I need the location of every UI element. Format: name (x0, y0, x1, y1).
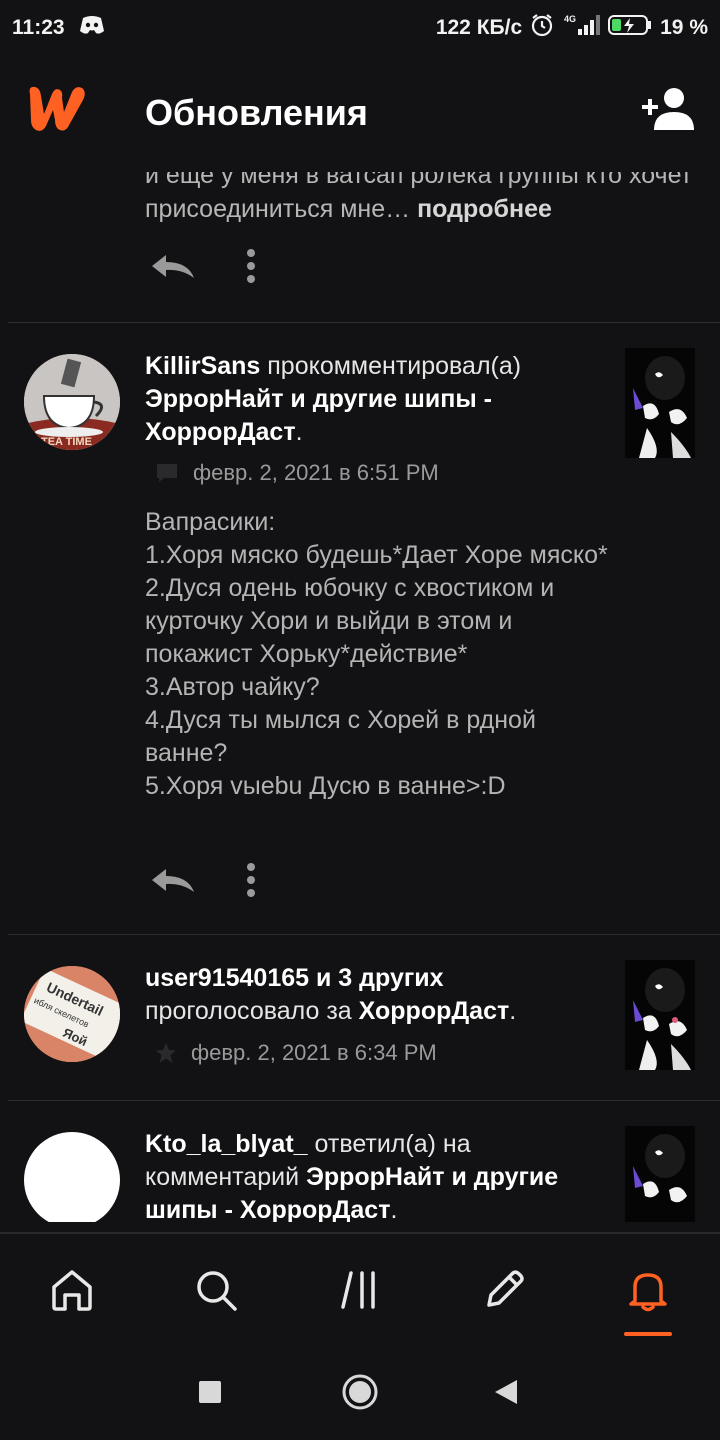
battery-percent: 19 % (660, 16, 708, 39)
home-button[interactable] (338, 1370, 382, 1414)
system-nav-bar (0, 1342, 720, 1440)
svg-text:TEA TIME: TEA TIME (41, 436, 92, 448)
battery-icon (608, 13, 652, 43)
notifications-feed[interactable]: и еще у меня в ватсап ролека группы кто … (0, 150, 720, 1222)
more-options-icon[interactable] (246, 248, 256, 284)
timestamp: февр. 2, 2021 в 6:34 PM (191, 1040, 437, 1065)
home-circle-icon (342, 1374, 378, 1410)
username[interactable]: Kto_la_blyat_ (145, 1130, 308, 1158)
comment-actions (150, 862, 256, 898)
username[interactable]: KillirSans (145, 352, 260, 380)
tab-write[interactable] (474, 1260, 534, 1320)
story-cover[interactable] (625, 1126, 695, 1222)
story-cover[interactable] (625, 348, 695, 458)
timestamp: февр. 2, 2021 в 6:51 PM (193, 460, 439, 485)
add-user-icon[interactable] (640, 86, 696, 132)
divider (8, 1100, 720, 1101)
reply-icon[interactable] (150, 865, 196, 895)
status-time: 11:23 (12, 16, 65, 39)
write-icon (487, 1270, 524, 1307)
reply-icon[interactable] (150, 251, 196, 281)
recents-button[interactable] (188, 1370, 232, 1414)
active-tab-indicator (624, 1332, 672, 1336)
notification-meta: февр. 2, 2021 в 6:51 PM (155, 460, 439, 486)
tab-search[interactable] (186, 1260, 246, 1320)
avatar[interactable]: TEA TIME (24, 354, 120, 450)
back-icon (495, 1380, 517, 1404)
read-more-link[interactable]: подробнее (417, 195, 552, 223)
search-icon (197, 1271, 237, 1311)
bottom-tab-bar (0, 1232, 720, 1342)
page-title: Обновления (145, 92, 368, 133)
tab-library[interactable] (330, 1260, 390, 1320)
star-icon (156, 1043, 176, 1063)
library-icon (341, 1271, 375, 1309)
network-speed: 122 КБ/с (435, 16, 523, 39)
divider (8, 934, 720, 935)
recents-icon (199, 1381, 221, 1403)
story-cover[interactable] (625, 960, 695, 1070)
more-options-icon[interactable] (246, 862, 256, 898)
notification-text: Kto_la_blyat_ ответил(а) на комментарий … (145, 1130, 559, 1222)
back-button[interactable] (484, 1370, 528, 1414)
story-title[interactable]: ХоррорДаст (359, 997, 510, 1025)
divider (8, 322, 720, 323)
comment-body: Вапрасики: 1.Хоря мяско будешь*Дает Хоре… (145, 508, 608, 800)
notification-text: KillirSans прокомментировал(а) ЭррорНайт… (145, 352, 522, 446)
network-type: 4G (564, 14, 576, 24)
signal-icon: 4G (562, 13, 601, 43)
tab-home[interactable] (42, 1260, 102, 1320)
avatar[interactable] (24, 1132, 120, 1222)
wattpad-logo[interactable] (24, 84, 88, 134)
notification-meta: февр. 2, 2021 в 6:34 PM (155, 1040, 437, 1066)
tab-notifications[interactable] (618, 1260, 678, 1320)
app-bar: Обновления (0, 56, 720, 172)
discord-icon (79, 15, 105, 41)
home-icon (52, 1270, 92, 1311)
notification-text: user91540165 и 3 других проголосовало за … (145, 964, 517, 1025)
alarm-icon (530, 13, 554, 43)
comment-actions (150, 248, 256, 284)
comment-icon (157, 464, 177, 482)
avatar[interactable]: Undertail ибля скелетов Яой (24, 966, 120, 1062)
story-title[interactable]: ЭррорНайт и другие шипы - ХоррорДаст (145, 385, 492, 446)
notifications-icon (629, 1273, 667, 1312)
status-bar: 11:23 122 КБ/с 4G 19 % (0, 0, 720, 56)
username[interactable]: user91540165 и 3 других (145, 964, 444, 992)
